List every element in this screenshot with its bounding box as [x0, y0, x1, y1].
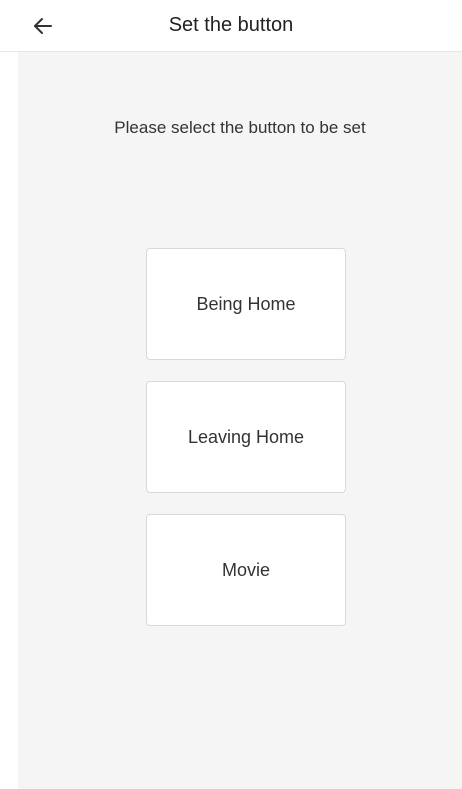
- movie-button[interactable]: Movie: [146, 514, 346, 626]
- instruction-text: Please select the button to be set: [114, 118, 366, 137]
- main-content: Please select the button to be set Being…: [18, 52, 462, 789]
- header-bar: Set the button: [0, 0, 462, 52]
- leaving-home-button[interactable]: Leaving Home: [146, 381, 346, 493]
- scene-button-list: Being Home Leaving Home Movie: [146, 248, 346, 647]
- page-title: Set the button: [168, 14, 294, 36]
- being-home-button[interactable]: Being Home: [146, 248, 346, 360]
